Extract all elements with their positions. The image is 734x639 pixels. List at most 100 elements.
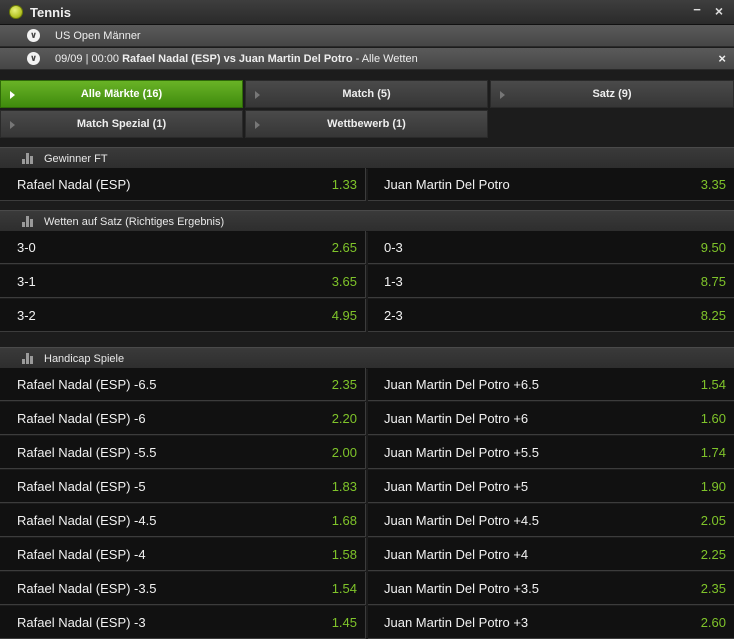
bet-option[interactable]: 3-1 3.65 <box>0 265 366 298</box>
odds-value: 9.50 <box>700 240 726 255</box>
close-button[interactable]: × <box>712 3 726 21</box>
market-row: Rafael Nadal (ESP) -4 1.58 Juan Martin Del… <box>0 538 734 572</box>
chevron-down-icon[interactable]: ∨ <box>27 52 40 65</box>
tab-match-special[interactable]: Match Spezial (1) <box>0 110 243 138</box>
market-row: 3-1 3.65 1-3 8.75 <box>0 265 734 299</box>
bet-option[interactable]: 3-2 4.95 <box>0 299 366 332</box>
bar-chart-icon <box>22 353 33 364</box>
bet-option[interactable]: Rafael Nadal (ESP) -4.5 1.68 <box>0 504 366 537</box>
tab-match[interactable]: Match (5) <box>245 80 488 108</box>
selection-name: Juan Martin Del Potro +3.5 <box>384 581 539 596</box>
market-row: Rafael Nadal (ESP) -5.5 2.00 Juan Martin D… <box>0 436 734 470</box>
section-header-winner[interactable]: Gewinner FT <box>0 147 734 169</box>
odds-value: 2.25 <box>700 547 726 562</box>
bet-option[interactable]: Rafael Nadal (ESP) 1.33 <box>0 168 366 201</box>
odds-value: 1.68 <box>331 513 357 528</box>
selection-name: 3-1 <box>17 274 36 289</box>
competition-label: US Open Männer <box>55 30 141 42</box>
odds-value: 1.60 <box>700 411 726 426</box>
arrow-right-icon <box>255 121 260 129</box>
bet-option[interactable]: Rafael Nadal (ESP) -3 1.45 <box>0 606 366 639</box>
tab-all-markets[interactable]: Alle Märkte (16) <box>0 80 243 108</box>
selection-name: Juan Martin Del Potro +4 <box>384 547 529 562</box>
bet-option[interactable]: 2-3 8.25 <box>368 299 734 332</box>
selection-name: Rafael Nadal (ESP) -6.5 <box>17 377 157 392</box>
odds-value: 2.35 <box>700 581 726 596</box>
odds-value: 2.00 <box>331 445 357 460</box>
bet-option[interactable]: Rafael Nadal (ESP) -6 2.20 <box>0 402 366 435</box>
bet-option[interactable]: Juan Martin Del Potro +6 1.60 <box>368 402 734 435</box>
competition-row[interactable]: ∨ US Open Männer <box>0 25 734 47</box>
minimize-button[interactable]: − <box>690 2 704 20</box>
bet-option[interactable]: Juan Martin Del Potro +3 2.60 <box>368 606 734 639</box>
arrow-right-icon <box>500 91 505 99</box>
selection-name: Juan Martin Del Potro +4.5 <box>384 513 539 528</box>
selection-name: Rafael Nadal (ESP) -3.5 <box>17 581 157 596</box>
bet-option[interactable]: Juan Martin Del Potro 3.35 <box>368 168 734 201</box>
arrow-right-icon <box>255 91 260 99</box>
odds-value: 3.65 <box>331 274 357 289</box>
event-row[interactable]: ∨ 09/09 | 00:00 Rafael Nadal (ESP) vs Ju… <box>0 48 734 70</box>
odds-value: 1.83 <box>331 479 357 494</box>
odds-value: 2.65 <box>331 240 357 255</box>
bet-option[interactable]: Juan Martin Del Potro +4 2.25 <box>368 538 734 571</box>
arrow-right-icon <box>10 91 15 99</box>
bet-option[interactable]: Juan Martin Del Potro +3.5 2.35 <box>368 572 734 605</box>
odds-value: 2.35 <box>331 377 357 392</box>
bet-option[interactable]: Rafael Nadal (ESP) -6.5 2.35 <box>0 368 366 401</box>
selection-name: 0-3 <box>384 240 403 255</box>
market-row: Rafael Nadal (ESP) -5 1.83 Juan Martin Del… <box>0 470 734 504</box>
spacer <box>0 333 734 347</box>
market-row: Rafael Nadal (ESP) -4.5 1.68 Juan Martin D… <box>0 504 734 538</box>
odds-value: 1.45 <box>331 615 357 630</box>
market-row: 3-2 4.95 2-3 8.25 <box>0 299 734 333</box>
odds-value: 1.90 <box>700 479 726 494</box>
odds-value: 2.20 <box>331 411 357 426</box>
selection-name: Rafael Nadal (ESP) -3 <box>17 615 146 630</box>
close-event-button[interactable]: × <box>718 51 726 66</box>
section-header-handicap[interactable]: Handicap Spiele <box>0 347 734 369</box>
bar-chart-icon <box>22 153 33 164</box>
odds-value: 1.54 <box>331 581 357 596</box>
event-match: Rafael Nadal (ESP) vs Juan Martin Del Po… <box>122 53 353 65</box>
market-row: Rafael Nadal (ESP) -3.5 1.54 Juan Martin D… <box>0 572 734 606</box>
tab-set[interactable]: Satz (9) <box>490 80 734 108</box>
bet-option[interactable]: Juan Martin Del Potro +5 1.90 <box>368 470 734 503</box>
event-label: 09/09 | 00:00 Rafael Nadal (ESP) vs Juan… <box>55 53 418 65</box>
tennis-ball-icon <box>9 5 23 19</box>
selection-name: Rafael Nadal (ESP) <box>17 177 131 192</box>
selection-name: Rafael Nadal (ESP) -5.5 <box>17 445 157 460</box>
chevron-down-icon[interactable]: ∨ <box>27 29 40 42</box>
bet-option[interactable]: Rafael Nadal (ESP) -5 1.83 <box>0 470 366 503</box>
selection-name: Juan Martin Del Potro +5.5 <box>384 445 539 460</box>
spacer <box>0 71 734 80</box>
bet-option[interactable]: Rafael Nadal (ESP) -3.5 1.54 <box>0 572 366 605</box>
tab-competition[interactable]: Wettbewerb (1) <box>245 110 488 138</box>
bet-option[interactable]: Rafael Nadal (ESP) -5.5 2.00 <box>0 436 366 469</box>
selection-name: 3-0 <box>17 240 36 255</box>
section-title: Wetten auf Satz (Richtiges Ergebnis) <box>44 216 225 228</box>
odds-value: 1.74 <box>700 445 726 460</box>
bet-option[interactable]: 3-0 2.65 <box>0 231 366 264</box>
bet-option[interactable]: Juan Martin Del Potro +6.5 1.54 <box>368 368 734 401</box>
bet-option[interactable]: 0-3 9.50 <box>368 231 734 264</box>
market-row: 3-0 2.65 0-3 9.50 <box>0 231 734 265</box>
bet-option[interactable]: Juan Martin Del Potro +4.5 2.05 <box>368 504 734 537</box>
selection-name: Rafael Nadal (ESP) -6 <box>17 411 146 426</box>
odds-value: 8.75 <box>700 274 726 289</box>
odds-value: 2.05 <box>700 513 726 528</box>
section-title: Handicap Spiele <box>44 353 125 365</box>
market-row: Rafael Nadal (ESP) -3 1.45 Juan Martin Del… <box>0 606 734 639</box>
bet-option[interactable]: Juan Martin Del Potro +5.5 1.74 <box>368 436 734 469</box>
selection-name: Juan Martin Del Potro +6.5 <box>384 377 539 392</box>
bet-option[interactable]: 1-3 8.75 <box>368 265 734 298</box>
bet-option[interactable]: Rafael Nadal (ESP) -4 1.58 <box>0 538 366 571</box>
selection-name: Rafael Nadal (ESP) -5 <box>17 479 146 494</box>
odds-value: 4.95 <box>331 308 357 323</box>
selection-name: 3-2 <box>17 308 36 323</box>
selection-name: Rafael Nadal (ESP) -4.5 <box>17 513 157 528</box>
sport-title: Tennis <box>30 5 71 20</box>
selection-name: Juan Martin Del Potro +6 <box>384 411 529 426</box>
section-header-sets[interactable]: Wetten auf Satz (Richtiges Ergebnis) <box>0 210 734 232</box>
odds-value: 1.54 <box>700 377 726 392</box>
